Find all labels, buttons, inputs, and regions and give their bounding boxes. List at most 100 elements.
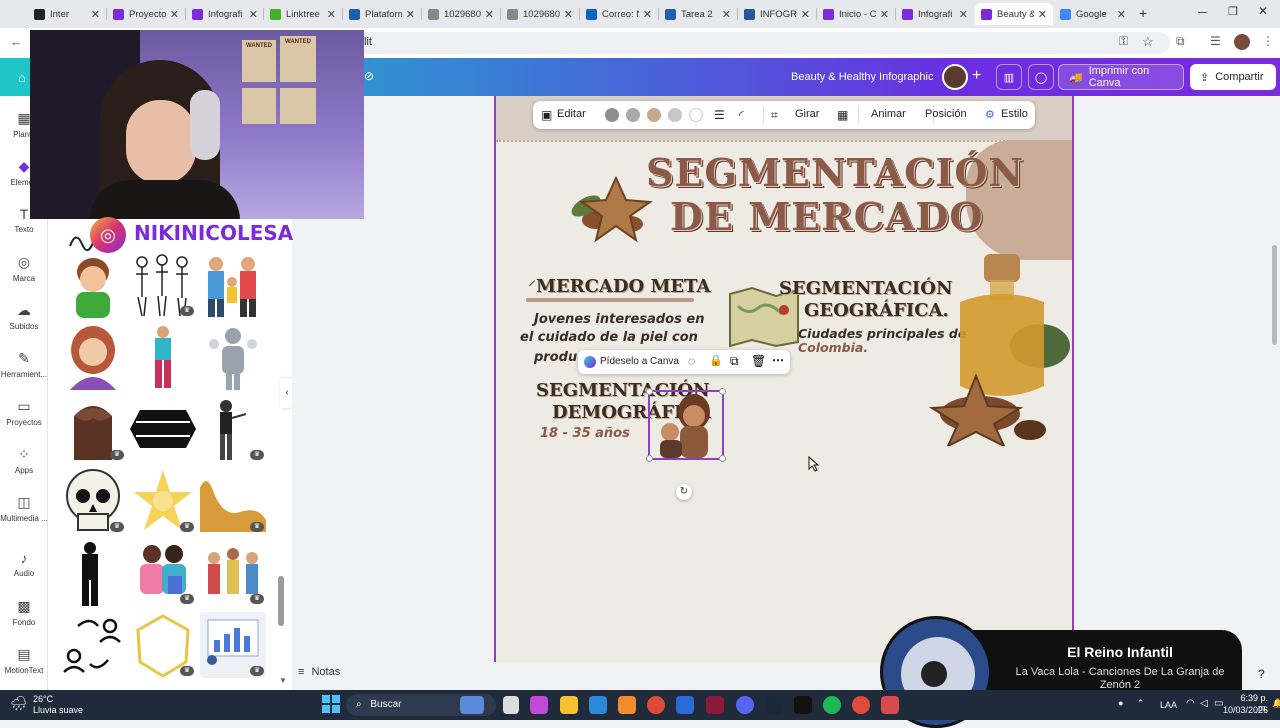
browser-tab[interactable]: 1029680 ✕ [501,3,579,25]
close-tab-icon[interactable]: ✕ [722,8,731,21]
browser-tab[interactable]: Plataform ✕ [343,3,421,25]
canvas-scrollbar[interactable] [1272,245,1277,345]
color-swatch[interactable] [668,108,682,122]
hill-shape-illustration[interactable]: ♛ [200,468,266,534]
browser-tab[interactable]: Google ✕ [1054,3,1132,25]
family-illustration[interactable] [200,252,266,318]
design-page[interactable]: SEGMENTACIÓN DE MERCADO ⸝ MERCADO META J… [494,96,1074,662]
edit-button[interactable]: Editar [557,108,586,120]
panel-scrollbar[interactable] [278,576,284,626]
silhouette-man-illustration[interactable] [60,540,126,606]
user-silhouette-icon[interactable] [200,324,266,390]
rail-item-fondo[interactable]: ▩ Fondo [0,598,48,627]
rail-item-apps[interactable]: ⁘ Apps [0,446,48,475]
tray-app-icon[interactable]: ● [1118,698,1123,708]
group-people-illustration[interactable]: ♛ [200,540,266,606]
close-tab-icon[interactable]: ✕ [1117,8,1126,21]
browser-tab[interactable]: INFOGR/ ✕ [738,3,816,25]
close-tab-icon[interactable]: ✕ [801,8,810,21]
notes-button[interactable]: ≡ Notas [298,666,340,678]
close-window-icon[interactable]: ✕ [1258,4,1268,18]
crop-icon[interactable]: ⌗ [771,108,778,123]
position-button[interactable]: Posición [925,108,967,120]
help-icon[interactable]: ? [1258,667,1265,681]
browser-menu-icon[interactable]: ⋮ [1262,34,1274,48]
browser-tab[interactable]: Proyecto ✕ [107,3,185,25]
standing-man-illustration[interactable] [130,324,196,390]
lock-icon[interactable]: 🔒 [709,354,723,367]
color-swatch[interactable] [647,108,661,122]
scroll-down-icon[interactable]: ▼ [279,676,287,685]
color-swatch[interactable] [605,108,619,122]
store-icon[interactable] [618,696,636,714]
back-icon[interactable]: ← [10,34,23,49]
close-tab-icon[interactable]: ✕ [170,8,179,21]
rail-item-audio[interactable]: ♪ Audio [0,550,48,578]
task-view-icon[interactable] [503,696,519,714]
weather-icon[interactable]: 🌧 [10,695,28,712]
browser-tab[interactable]: Inter ✕ [28,3,106,25]
main-title-line-1[interactable]: SEGMENTACIÓN [646,150,1024,195]
tiktok-icon[interactable] [794,696,812,714]
cloud-sync-icon[interactable]: ⊘ [364,69,374,83]
color-swatch[interactable] [626,108,640,122]
gold-frame-illustration[interactable]: ♛ [130,612,196,678]
woman-avatar-illustration[interactable] [60,324,126,390]
sketch-people-illustration[interactable]: ♛ [130,252,196,318]
browser-tab[interactable]: Infografi ✕ [896,3,974,25]
close-tab-icon[interactable]: ✕ [91,8,100,21]
edit-image-icon[interactable]: ▣ [541,108,552,122]
volume-icon[interactable]: ◁ [1200,698,1208,709]
rail-item-multimedia[interactable]: ◫ Multimedia ... [0,494,48,523]
minimize-icon[interactable]: ─ [1198,5,1207,19]
notification-icon[interactable]: 🔔 [1272,698,1280,709]
resize-handle-tl[interactable] [646,388,653,395]
profile-avatar[interactable] [1234,34,1250,50]
extensions-icon[interactable]: ⧉ [1176,34,1185,49]
black-banner-shape[interactable] [130,396,196,462]
animate-button[interactable]: Animar [871,108,906,120]
share-button[interactable]: ⇪ Compartir [1190,64,1276,90]
corner-rounding-icon[interactable]: ◜ [739,108,744,122]
clock-date[interactable]: 10/03/2026 [1222,705,1268,715]
print-with-canva-button[interactable]: 🚚 Imprimir con Canva [1058,64,1184,90]
style-button[interactable]: Estilo [1001,108,1028,120]
discord-icon[interactable] [736,696,754,714]
outlook-icon[interactable] [676,696,694,714]
add-collaborator-icon[interactable]: + [972,67,981,85]
wifi-icon[interactable]: ◠ [1186,698,1195,709]
rotate-handle-icon[interactable]: ↻ [676,484,692,500]
browser-tab[interactable]: Linktree ✕ [264,3,342,25]
sun-star-illustration[interactable]: ♛ [130,468,196,534]
browser-tab[interactable]: Correo: N ✕ [580,3,658,25]
maximize-icon[interactable]: ❐ [1228,5,1238,18]
happy-couple-illustration[interactable]: ♛ [130,540,196,606]
bookmark-star-icon[interactable]: ☆ [1142,34,1154,50]
target-heading[interactable]: MERCADO META [536,276,710,297]
browser-tab[interactable]: Infografi ✕ [186,3,264,25]
boy-illustration[interactable] [60,252,126,318]
reading-list-icon[interactable]: ☰ [1210,34,1221,48]
duplicate-icon[interactable]: ⧉ [730,354,739,369]
close-tab-icon[interactable]: ✕ [564,8,573,21]
edge-browser-icon[interactable] [589,696,607,714]
spotify-icon[interactable] [823,696,841,714]
chrome-icon[interactable] [647,696,665,714]
browser-tab[interactable]: Beauty & ✕ [975,3,1053,25]
close-tab-icon[interactable]: ✕ [643,8,652,21]
ask-canva-button[interactable]: Pídeselo a Canva [600,356,679,367]
rail-item-motiontext[interactable]: ▤ MotionText [0,646,48,675]
password-key-icon[interactable]: ⚿ [1119,34,1128,49]
demographic-age-range[interactable]: 18 - 35 años [540,426,630,441]
file-explorer-icon[interactable] [560,696,578,714]
color-swatch[interactable] [689,108,703,122]
rail-item-herramient[interactable]: ✎ Herramient... [0,350,48,379]
browser-tab[interactable]: Tarea 2 ✕ [659,3,737,25]
target-text-line-1[interactable]: Jovenes interesados en [534,312,704,327]
close-tab-icon[interactable]: ✕ [327,8,336,21]
home-icon[interactable]: ⌂ [18,70,26,85]
rotate-button[interactable]: Girar [795,108,819,120]
chocolate-cake-illustration[interactable]: ♛ [60,396,126,462]
copilot-icon[interactable] [530,696,548,714]
resize-handle-br[interactable] [719,455,726,462]
